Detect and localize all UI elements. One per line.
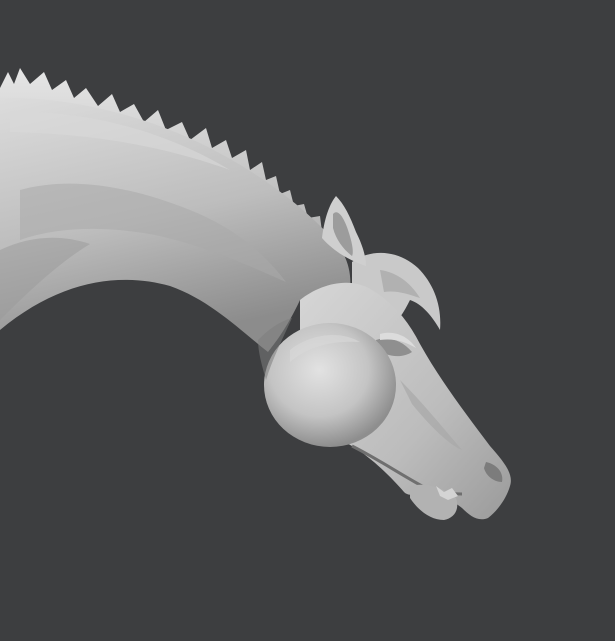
neck (0, 97, 351, 352)
horse-sculpt (0, 68, 511, 520)
3d-viewport[interactable] (0, 0, 615, 641)
jaw (264, 323, 396, 447)
